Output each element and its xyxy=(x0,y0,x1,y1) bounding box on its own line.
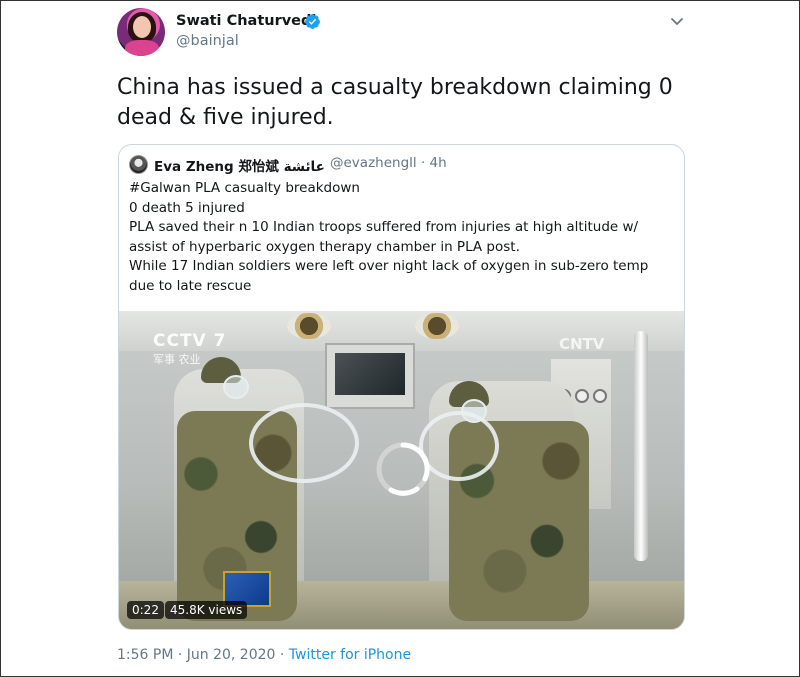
video-player[interactable]: CCTV 7 军事 农业 CNTV 0:22 45.8K views xyxy=(119,311,684,629)
quoted-line: PLA saved their n 10 Indian troops suffe… xyxy=(129,219,639,235)
author-handle[interactable]: @bainjal xyxy=(176,33,239,49)
quoted-line: assist of hyperbaric oxygen therapy cham… xyxy=(129,238,520,255)
oxygen-hose xyxy=(419,411,499,481)
quoted-author-name: Eva Zheng 郑怡斌 عائشة xyxy=(154,159,325,175)
tweet-body: China has issued a casualty breakdown cl… xyxy=(117,75,673,130)
cntv-logo: CNTV xyxy=(559,335,605,353)
avatar-face xyxy=(133,16,151,38)
tweet-timestamp[interactable]: 1:56 PM · Jun 20, 2020 · xyxy=(117,647,289,663)
avatar-body xyxy=(125,40,159,56)
chamber-port xyxy=(287,313,331,339)
quoted-line: While 17 Indian soldiers were left over … xyxy=(129,258,649,274)
chamber-monitor xyxy=(325,343,415,409)
quoted-line: 0 death 5 injured xyxy=(129,199,245,216)
quoted-line: #Galwan PLA casualty breakdown xyxy=(129,180,360,196)
tweet-footer: 1:56 PM · Jun 20, 2020 · Twitter for iPh… xyxy=(117,647,411,663)
quoted-author-handle: @evazhengll xyxy=(330,155,417,171)
chamber-pipe xyxy=(634,331,648,561)
quoted-author-avatar xyxy=(129,155,148,174)
tweet-source-link[interactable]: Twitter for iPhone xyxy=(289,647,411,663)
loading-spinner-icon xyxy=(376,442,430,496)
author-avatar[interactable] xyxy=(117,8,165,56)
cctv-logo: CCTV 7 xyxy=(153,331,227,351)
quoted-tweet-text: #Galwan PLA casualty breakdown 0 death 5… xyxy=(129,179,674,296)
tweet-frame: Swati Chaturvedi @bainjal China has issu… xyxy=(0,0,800,677)
chamber-port xyxy=(415,313,459,339)
meta-separator: · xyxy=(420,155,426,171)
oxygen-mask xyxy=(223,375,249,399)
oxygen-hose xyxy=(249,403,359,483)
quoted-tweet-age: 4h xyxy=(429,155,447,171)
verified-badge-icon xyxy=(305,14,320,29)
cctv-subtitle: 军事 农业 xyxy=(153,353,201,366)
chevron-down-icon[interactable] xyxy=(669,13,685,29)
quoted-line: due to late rescue xyxy=(129,277,252,294)
quoted-tweet-card[interactable]: Eva Zheng 郑怡斌 عائشة @evazhengll · 4h #Ga… xyxy=(118,144,685,630)
author-name[interactable]: Swati Chaturvedi xyxy=(176,13,316,29)
quoted-author-meta: @evazhengll · 4h xyxy=(330,155,447,171)
video-duration-badge: 0:22 xyxy=(127,601,164,619)
video-views-badge: 45.8K views xyxy=(165,601,248,619)
